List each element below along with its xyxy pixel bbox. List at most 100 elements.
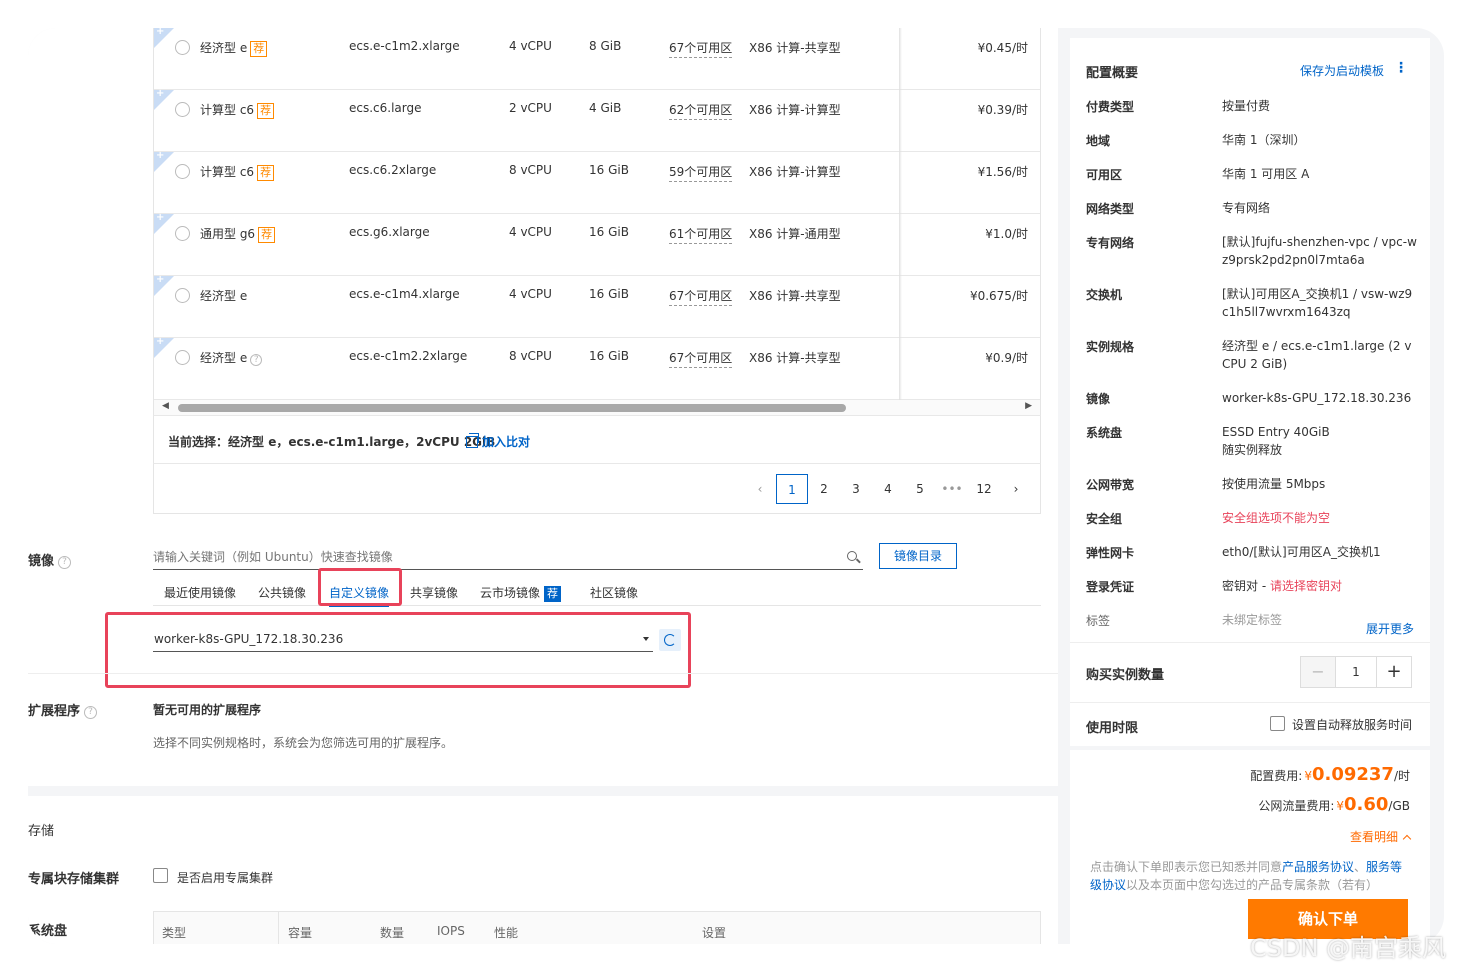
image-search-field[interactable] [153,546,863,570]
agreement-pre: 点击确认下单即表示您已知悉并同意 [1090,860,1283,874]
spec-zones[interactable]: 67个可用区 [669,287,733,306]
prev-page-button[interactable]: ‹ [744,474,776,504]
radio-button[interactable] [175,350,190,365]
scrollbar-thumb[interactable] [178,404,846,412]
column-divider [278,912,279,944]
view-detail-link[interactable]: 查看明细 [1350,828,1412,845]
radio-button[interactable] [175,164,190,179]
spec-code: ecs.c6.large [349,101,422,115]
page-button[interactable]: 12 [968,474,1000,504]
help-icon[interactable]: ? [84,706,98,719]
spec-family: 经济型 e [200,289,248,303]
increment-button[interactable]: + [1377,657,1411,687]
tab-label: 云市场镜像 [480,586,541,600]
table-row[interactable]: + 计算型 c6 荐 ecs.c6.2xlarge 8 vCPU 16 GiB 5… [154,150,1040,214]
spec-zones[interactable]: 67个可用区 [669,39,733,58]
fee-amount: 0.09237 [1311,764,1394,785]
horizontal-scrollbar[interactable]: ◀ ▶ [153,400,1041,416]
page-button[interactable]: 1 [776,474,808,504]
spec-zones[interactable]: 67个可用区 [669,349,733,368]
spec-arch: X86 计算-通用型 [749,227,841,241]
image-catalog-button[interactable]: 镜像目录 [879,543,957,569]
summary-key: 登录凭证 [1086,580,1135,594]
quantity-value[interactable]: 1 [1335,657,1377,687]
spec-zones[interactable]: 61个可用区 [669,225,733,244]
recommend-badge: 荐 [257,103,275,119]
selection-value: 经济型 e，ecs.e-c1m1.large，2vCPU 2GiB [228,435,496,449]
table-row[interactable]: + 计算型 c6 荐 ecs.c6.large 2 vCPU 4 GiB 62个可… [154,88,1040,152]
decrement-button[interactable]: − [1301,657,1335,687]
column-header: 性能 [494,926,519,940]
radio-button[interactable] [175,226,190,241]
pagination-bar: ‹ 1 2 3 4 5 ••• 12 › [153,464,1041,514]
service-agreement-link[interactable]: 产品服务协议 [1282,860,1354,874]
page-frame: + 经济型 e荐 ecs.e-c1m2.xlarge 4 vCPU 8 GiB … [28,28,1444,944]
extension-empty-title: 暂无可用的扩展程序 [153,703,262,717]
help-icon[interactable]: ? [58,556,72,569]
more-options-icon[interactable]: ⋮ [1394,61,1408,75]
spec-zones[interactable]: 59个可用区 [669,163,733,182]
fee-unit: /GB [1388,799,1410,813]
column-header: 类型 [162,926,187,940]
panel-divider [1070,702,1430,703]
spec-memory: 16 GiB [589,163,629,177]
spec-arch: X86 计算-计算型 [749,103,841,117]
spec-vcpu: 4 vCPU [509,287,552,301]
price-unit: /时 [1011,227,1028,241]
price-unit: /时 [1011,289,1028,303]
radio-button[interactable] [175,40,190,55]
select-keypair-link[interactable]: 请选择密钥对 [1270,579,1342,593]
radio-button[interactable] [175,288,190,303]
table-row[interactable]: + 经济型 e荐 ecs.e-c1m2.xlarge 4 vCPU 8 GiB … [154,28,1040,90]
compare-label: 加入比对 [482,435,531,449]
page-button[interactable]: 5 [904,474,936,504]
recommend-badge: 荐 [258,227,276,243]
tab-marketplace-images[interactable]: 云市场镜像荐 [480,584,562,602]
security-group-warning: 安全组选项不能为空 [1222,511,1331,525]
table-row[interactable]: + 经济型 e? ecs.e-c1m2.2xlarge 8 vCPU 16 Gi… [154,336,1040,400]
search-icon[interactable] [847,551,857,561]
add-compare-button[interactable]: 加入比对 [466,433,530,450]
summary-value: 华南 1 可用区 A [1222,167,1310,181]
plus-icon: + [156,336,165,347]
expand-more-link[interactable]: 展开更多 [1366,620,1414,637]
main-config-card: + 经济型 e荐 ecs.e-c1m2.xlarge 4 vCPU 8 GiB … [28,28,1058,786]
spec-family: 经济型 e [200,41,248,55]
dedicated-cluster-checkbox[interactable] [153,868,168,883]
spec-zones[interactable]: 62个可用区 [669,101,733,120]
save-template-link[interactable]: 保存为启动模板 [1300,62,1384,79]
spec-code: ecs.g6.xlarge [349,225,430,239]
spec-family: 经济型 e [200,351,248,365]
auto-release-checkbox[interactable] [1270,716,1285,731]
image-search-input[interactable] [153,546,833,568]
summary-value: 随实例释放 [1222,443,1283,457]
fee-amount: 0.60 [1344,794,1389,815]
page-ellipsis[interactable]: ••• [936,474,968,504]
quantity-label: 购买实例数量 [1086,668,1165,683]
help-icon[interactable]: ? [250,354,263,366]
tab-community-images[interactable]: 社区镜像 [590,584,638,601]
plus-icon: + [156,88,165,99]
tab-recent-images[interactable]: 最近使用镜像 [164,584,236,601]
tab-public-images[interactable]: 公共镜像 [258,584,306,601]
scroll-left-icon[interactable]: ◀ [162,401,169,411]
page-button[interactable]: 3 [840,474,872,504]
summary-value: 华南 1（深圳） [1222,133,1306,147]
next-page-button[interactable]: › [1000,474,1032,504]
summary-value: 专有网络 [1222,201,1271,215]
spec-vcpu: 8 vCPU [509,349,552,363]
page-button[interactable]: 2 [808,474,840,504]
summary-value: 经济型 e / ecs.e-c1m1.large (2 vCPU 2 GiB) [1222,339,1412,371]
summary-key: 弹性网卡 [1086,546,1135,560]
page-button[interactable]: 4 [872,474,904,504]
column-header: IOPS [437,924,465,938]
summary-key: 专有网络 [1086,236,1135,250]
table-row[interactable]: + 通用型 g6 荐 ecs.g6.xlarge 4 vCPU 16 GiB 61… [154,212,1040,276]
radio-button[interactable] [175,102,190,117]
scroll-right-icon[interactable]: ▶ [1025,401,1032,411]
tab-shared-images[interactable]: 共享镜像 [410,584,458,601]
plus-icon: + [156,212,165,223]
traffic-fee: 公网流量费用: ¥0.60/GB [1258,794,1410,815]
duration-label: 使用时限 [1086,721,1139,736]
table-row[interactable]: + 经济型 e ecs.e-c1m4.xlarge 4 vCPU 16 GiB … [154,274,1040,338]
